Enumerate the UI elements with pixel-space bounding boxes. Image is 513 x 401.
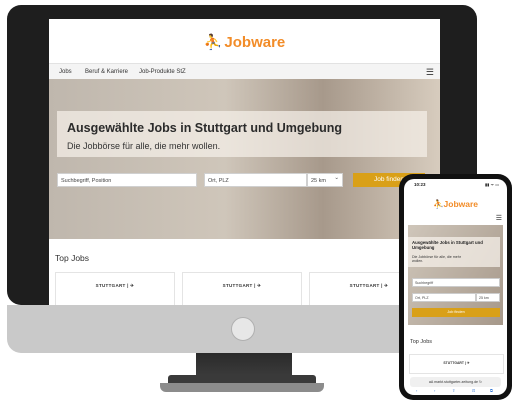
top-job-card[interactable]: STUTTGART | ✈: [182, 272, 302, 305]
nav-item-beruf-karriere[interactable]: Beruf & Karriere: [85, 69, 128, 75]
address-bar[interactable]: aA markt.stuttgarter-zeitung.de ↻: [410, 377, 501, 387]
stuttgart-logo: STUTTGART | ✈: [222, 283, 262, 288]
status-time: 10:23: [414, 182, 426, 187]
jobware-logo-text: Jobware: [443, 199, 479, 209]
hamburger-menu-icon[interactable]: ☰: [496, 214, 502, 222]
jobware-logo[interactable]: ⛹Jobware: [404, 199, 507, 210]
mobile-phone: 10:23 ▮▮ ᯤ ▭ ⛹Jobware ☰ Ausgewählte Jobs…: [399, 174, 512, 400]
search-input[interactable]: Suchbegriff: [412, 278, 500, 287]
status-icons: ▮▮ ᯤ ▭: [484, 182, 499, 187]
jobware-logo[interactable]: ⛹Jobware: [49, 33, 440, 51]
hamburger-menu-icon[interactable]: ☰: [426, 67, 434, 78]
stuttgart-logo: STUTTGART | ✈: [443, 361, 470, 365]
hero-subtitle: Die Jobbörse für alle, die mehr wollen.: [67, 141, 221, 151]
location-input[interactable]: Ort, PLZ: [204, 173, 307, 187]
desktop-screen: ⛹ Jobware Jobs Beruf & Karriere Job-Produ…: [49, 19, 440, 305]
monitor-stand-foot: [160, 383, 324, 392]
back-icon[interactable]: ‹: [416, 388, 417, 393]
monitor-stand-base: [168, 375, 316, 383]
tabs-icon[interactable]: ⧉: [490, 388, 493, 393]
stuttgart-logo: STUTTGART | ✈: [95, 283, 135, 288]
bookmarks-icon[interactable]: ⊡: [472, 388, 475, 393]
hero-title: Ausgewählte Jobs in Stuttgart und Umgebu…: [67, 121, 342, 135]
nav-item-job-produkte[interactable]: Job-Produkte StZ: [139, 69, 186, 75]
hero-title: Ausgewählte Jobs in Stuttgart und Umgebu…: [412, 240, 483, 250]
jobware-logo-text: Jobware: [224, 34, 286, 51]
jobware-logo-icon: ⛹: [432, 199, 444, 209]
monitor-stand-neck: [196, 353, 292, 375]
main-nav: Jobs Beruf & Karriere Job-Produkte StZ ☰: [49, 63, 440, 80]
power-button-icon: [231, 317, 255, 341]
top-jobs-heading: Top Jobs: [410, 339, 433, 345]
forward-icon[interactable]: ›: [434, 388, 435, 393]
mobile-screen: 10:23 ▮▮ ᯤ ▭ ⛹Jobware ☰ Ausgewählte Jobs…: [404, 179, 507, 395]
nav-item-jobs[interactable]: Jobs: [59, 69, 72, 75]
location-input[interactable]: Ort, PLZ: [412, 293, 476, 302]
hero-subtitle: Die Jobbörse für alle, die mehr wollen.: [412, 255, 461, 264]
job-finden-button[interactable]: Job finden: [412, 308, 500, 317]
hero-banner: Ausgewählte Jobs in Stuttgart und Umgebu…: [49, 79, 440, 239]
browser-toolbar: ‹ › ⇪ ⊡ ⧉: [404, 387, 507, 395]
top-job-card[interactable]: STUTTGART | ✈: [409, 354, 504, 374]
radius-select[interactable]: 25 km: [476, 293, 500, 302]
share-icon[interactable]: ⇪: [452, 388, 455, 393]
top-job-card[interactable]: STUTTGART | ✈: [55, 272, 175, 305]
jobware-logo-icon: ⛹: [203, 34, 223, 51]
search-input[interactable]: Suchbegriff, Position: [57, 173, 197, 187]
radius-select[interactable]: 25 km ⌄: [307, 173, 343, 187]
chevron-down-icon: ⌄: [334, 175, 339, 181]
top-jobs-heading: Top Jobs: [55, 253, 90, 263]
radius-value: 25 km: [311, 178, 326, 184]
